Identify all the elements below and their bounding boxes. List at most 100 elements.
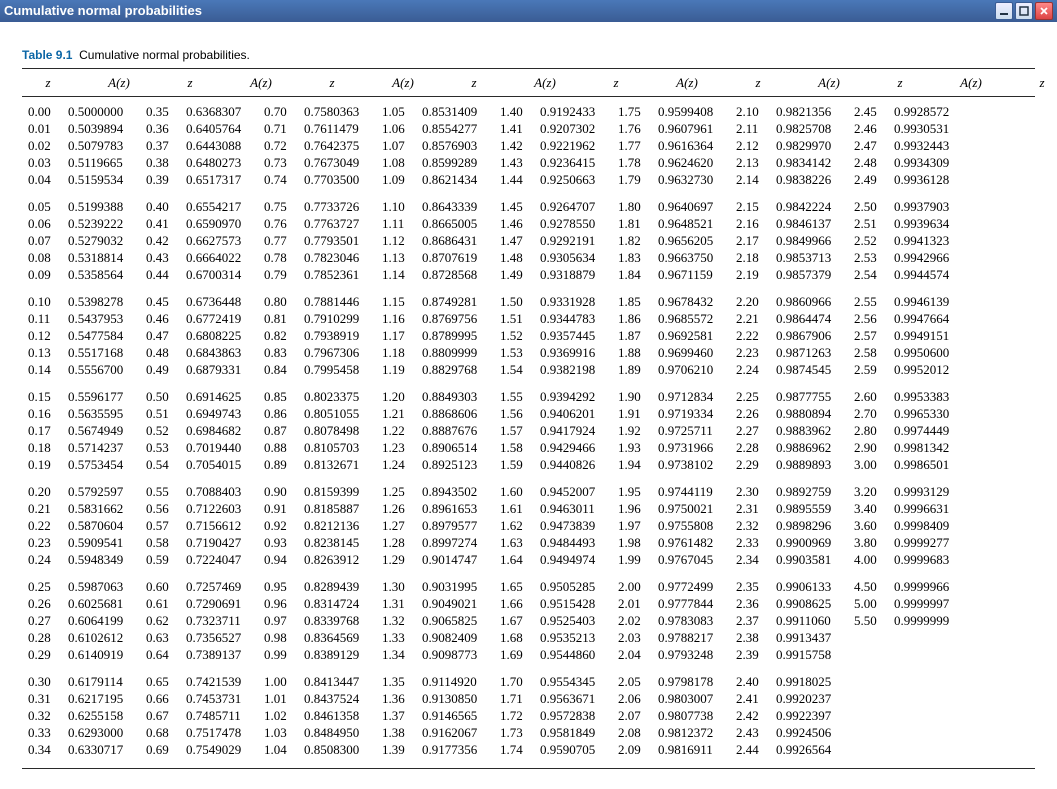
a-value: 0.9236415 [534, 154, 612, 171]
a-value: 0.9999997 [888, 595, 966, 612]
z-value: 0.61 [140, 595, 180, 612]
a-value: 0.9846137 [770, 215, 848, 232]
a-value: 0.9678432 [652, 293, 730, 310]
a-value: 0.9473839 [534, 517, 612, 534]
a-value: 0.8413447 [298, 673, 376, 690]
z-value: 1.69 [494, 646, 534, 663]
z-value: 0.57 [140, 517, 180, 534]
z-value: 1.81 [612, 215, 652, 232]
a-value: 0.6664022 [180, 249, 258, 266]
z-value: 0.42 [140, 232, 180, 249]
z-value: 1.94 [612, 456, 652, 473]
z-value: 1.32 [376, 612, 416, 629]
a-value: 0.6179114 [62, 673, 140, 690]
a-value: 0.9860966 [770, 293, 848, 310]
z-value: 2.55 [848, 293, 888, 310]
z-value: 0.90 [258, 483, 298, 500]
a-value: 0.8051055 [298, 405, 376, 422]
a-value: 0.9793248 [652, 646, 730, 663]
z-value: 1.00 [258, 673, 298, 690]
a-value: 0.5948349 [62, 551, 140, 568]
a-value: 0.8078498 [298, 422, 376, 439]
a-value: 0.5079783 [62, 137, 140, 154]
a-value: 0.6843863 [180, 344, 258, 361]
z-value: 2.16 [730, 215, 770, 232]
z-value: 2.59 [848, 361, 888, 378]
a-value: 0.9505285 [534, 578, 612, 595]
z-value: 0.95 [258, 578, 298, 595]
a-value: 0.9357445 [534, 327, 612, 344]
a-value: 0.9318879 [534, 266, 612, 283]
a-value: 0.9898296 [770, 517, 848, 534]
col-header-a: A(z) [358, 74, 448, 91]
a-value: 0.7938919 [298, 327, 376, 344]
z-value: 4.00 [848, 551, 888, 568]
z-value: 3.60 [848, 517, 888, 534]
z-value: 1.64 [494, 551, 534, 568]
a-value: 0.9463011 [534, 500, 612, 517]
a-value: 0.8961653 [416, 500, 494, 517]
a-value: 0.7881446 [298, 293, 376, 310]
a-value: 0.9936128 [888, 171, 966, 188]
a-value: 0.9292191 [534, 232, 612, 249]
a-value: 0.8484950 [298, 724, 376, 741]
col-header-a: A(z) [74, 74, 164, 91]
z-value: 0.03 [22, 154, 62, 171]
z-value: 3.00 [848, 456, 888, 473]
a-value: 0.8979577 [416, 517, 494, 534]
a-value: 0.9924506 [770, 724, 848, 741]
a-value: 0.5792597 [62, 483, 140, 500]
a-value: 0.9738102 [652, 456, 730, 473]
z-value: 0.98 [258, 629, 298, 646]
a-value: 0.9946139 [888, 293, 966, 310]
minimize-button[interactable] [995, 2, 1013, 20]
z-value: 0.25 [22, 578, 62, 595]
a-value: 0.6443088 [180, 137, 258, 154]
a-value: 0.9114920 [416, 673, 494, 690]
z-value: 0.56 [140, 500, 180, 517]
a-value: 0.8887676 [416, 422, 494, 439]
z-value: 0.93 [258, 534, 298, 551]
z-value: 1.89 [612, 361, 652, 378]
z-value: 2.25 [730, 388, 770, 405]
close-button[interactable] [1035, 2, 1053, 20]
col-header-a: A(z) [642, 74, 732, 91]
a-value: 0.8238145 [298, 534, 376, 551]
z-value: 1.92 [612, 422, 652, 439]
z-value: 0.74 [258, 171, 298, 188]
z-value: 1.27 [376, 517, 416, 534]
z-value: 0.75 [258, 198, 298, 215]
z-value: 1.56 [494, 405, 534, 422]
z-value: 2.54 [848, 266, 888, 283]
z-value: 0.67 [140, 707, 180, 724]
a-value: 0.6405764 [180, 120, 258, 137]
z-value: 1.39 [376, 741, 416, 758]
a-value: 0.9783083 [652, 612, 730, 629]
a-value: 0.7323711 [180, 612, 258, 629]
z-value: 2.33 [730, 534, 770, 551]
a-value: 0.5199388 [62, 198, 140, 215]
z-value: 0.44 [140, 266, 180, 283]
z-value: 2.50 [848, 198, 888, 215]
a-value: 0.8263912 [298, 551, 376, 568]
z-value: 1.18 [376, 344, 416, 361]
a-value: 0.6517317 [180, 171, 258, 188]
a-value: 0.9725711 [652, 422, 730, 439]
z-value: 1.48 [494, 249, 534, 266]
a-value: 0.9941323 [888, 232, 966, 249]
z-value: 0.72 [258, 137, 298, 154]
maximize-button[interactable] [1015, 2, 1033, 20]
z-value: 5.00 [848, 595, 888, 612]
a-value: 0.9494974 [534, 551, 612, 568]
a-value: 0.9146565 [416, 707, 494, 724]
a-value: 0.6554217 [180, 198, 258, 215]
z-value: 1.28 [376, 534, 416, 551]
a-value: 0.9250663 [534, 171, 612, 188]
a-value: 0.9895559 [770, 500, 848, 517]
z-value: 1.15 [376, 293, 416, 310]
z-value: 0.45 [140, 293, 180, 310]
z-value: 0.00 [22, 103, 62, 120]
z-value: 1.47 [494, 232, 534, 249]
z-value: 1.71 [494, 690, 534, 707]
z-value: 1.44 [494, 171, 534, 188]
